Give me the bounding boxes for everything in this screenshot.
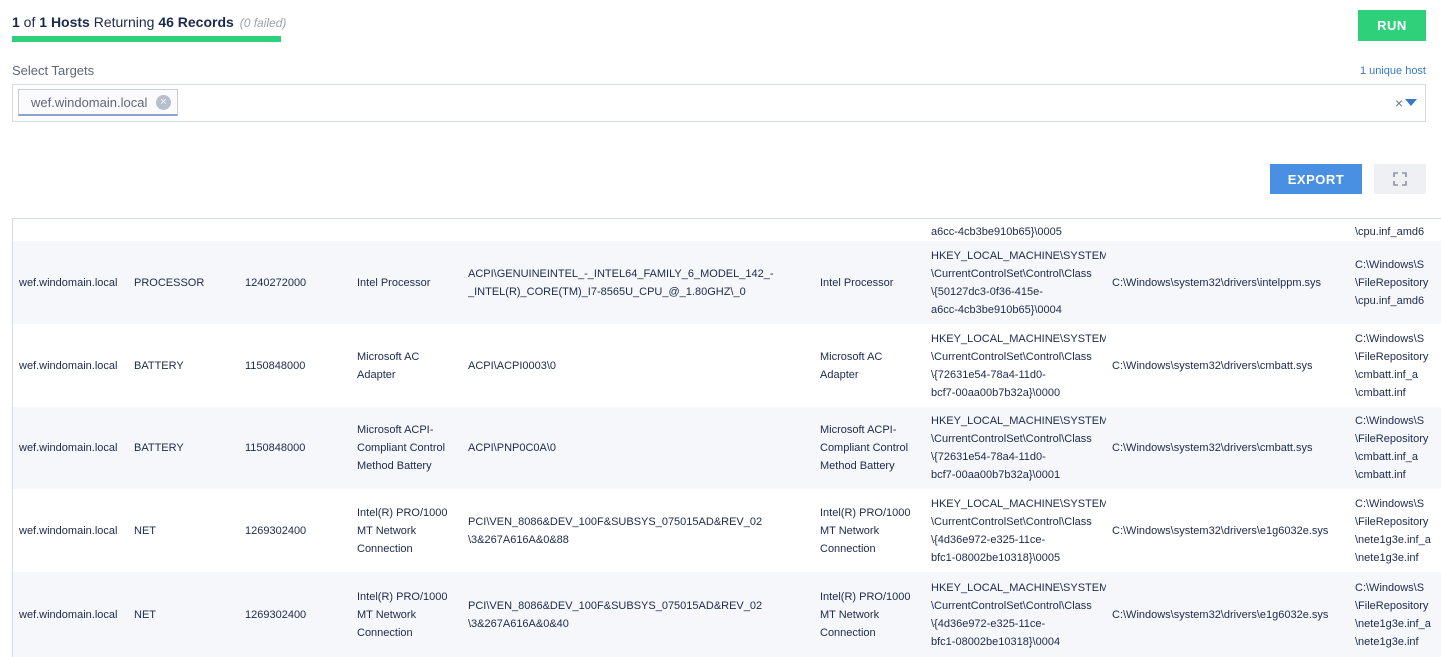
cell-class: BATTERY bbox=[134, 442, 184, 454]
cell-service-path: C:\Windows\system32\drivers\cmbatt.sys bbox=[1112, 359, 1313, 372]
failed-count: (0 failed) bbox=[239, 16, 287, 30]
cell-host: wef.windomain.local bbox=[19, 442, 118, 454]
cell-host: wef.windomain.local bbox=[19, 608, 118, 621]
cell-device-id: ACPI\ACPI0003\0 bbox=[468, 359, 557, 372]
target-chip-label: wef.windomain.local bbox=[31, 94, 148, 110]
cell-inf-path: C:\Windows\S \FileRepository \nete1g3e.i… bbox=[1355, 497, 1431, 564]
query-progress-fill bbox=[12, 36, 281, 42]
cell-device-id: PCI\VEN_8086&DEV_100F&SUBSYS_075015AD&RE… bbox=[468, 515, 763, 546]
cell-inf-path: C:\Windows\S \FileRepository \cpu.inf_am… bbox=[1355, 258, 1429, 307]
records-count: 46 Records bbox=[158, 14, 234, 30]
export-button[interactable]: EXPORT bbox=[1270, 164, 1362, 194]
cell-class: PROCESSOR bbox=[134, 276, 205, 289]
cell-service-path: C:\Windows\system32\drivers\e1g6032e.sys bbox=[1112, 524, 1329, 537]
cell-description: Intel(R) PRO/1000 MT Network Connection bbox=[357, 506, 448, 555]
cell-inf-path: C:\Windows\S \FileRepository \nete1g3e.i… bbox=[1355, 581, 1431, 648]
cell-registry-key: HKEY_LOCAL_MACHINE\SYSTEM \CurrentContro… bbox=[931, 249, 1106, 316]
hosts-done-count: 1 bbox=[12, 14, 20, 30]
cell-service-path: C:\Windows\system32\drivers\cmbatt.sys bbox=[1112, 442, 1313, 454]
table-row: wef.windomain.local BATTERY 1150848000 M… bbox=[13, 324, 1441, 407]
fullscreen-icon bbox=[1393, 172, 1407, 186]
cell-device-id: ACPI\GENUINEINTEL_-_INTEL64_FAMILY_6_MOD… bbox=[468, 267, 774, 298]
cell-description: Intel(R) PRO/1000 MT Network Connection bbox=[357, 590, 448, 639]
cell-class: NET bbox=[134, 608, 156, 621]
cell-registry-key: HKEY_LOCAL_MACHINE\SYSTEM \CurrentContro… bbox=[931, 581, 1106, 648]
returning-text: Returning bbox=[89, 14, 159, 30]
cell-driver-date: 1269302400 bbox=[245, 524, 307, 537]
cell-description: Intel Processor bbox=[357, 276, 431, 289]
table-row: wef.windomain.local PROCESSOR 1240272000… bbox=[13, 241, 1441, 324]
cell-device-id: ACPI\PNP0C0A\0 bbox=[468, 442, 557, 454]
cell-driver-date: 1150848000 bbox=[245, 359, 306, 372]
cell-inf-path: C:\Windows\S \FileRepository \cmbatt.inf… bbox=[1355, 332, 1429, 399]
clear-all-icon[interactable]: × bbox=[1395, 95, 1403, 111]
cell-driver-date: 1240272000 bbox=[245, 276, 307, 289]
table-row: wef.windomain.local NET 1269302400 Intel… bbox=[13, 572, 1441, 657]
cell-friendly-name: Intel Processor bbox=[820, 276, 894, 289]
results-table[interactable]: a6cc-4cb3be910b65}\0005 \cpu.inf_amd6 we… bbox=[12, 218, 1441, 657]
cell-service-path: C:\Windows\system32\drivers\e1g6032e.sys bbox=[1112, 608, 1329, 621]
of-text: of bbox=[19, 14, 40, 30]
run-button[interactable]: RUN bbox=[1358, 10, 1426, 41]
target-chip[interactable]: wef.windomain.local × bbox=[18, 89, 178, 116]
cell-host: wef.windomain.local bbox=[19, 276, 118, 289]
table-row-partial: a6cc-4cb3be910b65}\0005 \cpu.inf_amd6 bbox=[13, 219, 1441, 241]
cell-friendly-name: Microsoft AC Adapter bbox=[820, 350, 883, 381]
target-selector[interactable]: wef.windomain.local × × bbox=[12, 84, 1426, 122]
cell-friendly-name: Intel(R) PRO/1000 MT Network Connection bbox=[820, 506, 911, 555]
cell-registry-key: HKEY_LOCAL_MACHINE\SYSTEM \CurrentContro… bbox=[931, 497, 1106, 564]
cell-driver-date: 1269302400 bbox=[245, 608, 307, 621]
cell-registry-key: HKEY_LOCAL_MACHINE\SYSTEM \CurrentContro… bbox=[931, 415, 1106, 481]
query-progress-bar bbox=[12, 36, 281, 42]
hosts-total: 1 Hosts bbox=[39, 14, 90, 30]
cell-device-id: PCI\VEN_8086&DEV_100F&SUBSYS_075015AD&RE… bbox=[468, 599, 763, 630]
cell-host: wef.windomain.local bbox=[19, 359, 118, 372]
query-status: 1 of 1 Hosts Returning 46 Records (0 fai… bbox=[12, 14, 286, 30]
chip-remove-icon[interactable]: × bbox=[156, 95, 171, 110]
cell-description: Microsoft AC Adapter bbox=[357, 350, 420, 381]
select-targets-label: Select Targets bbox=[12, 63, 95, 78]
cell-friendly-name: Microsoft ACPI- Compliant Control Method… bbox=[820, 424, 909, 472]
cell-class: BATTERY bbox=[134, 359, 184, 372]
cell-registry-key: HKEY_LOCAL_MACHINE\SYSTEM \CurrentContro… bbox=[931, 332, 1106, 399]
table-row: wef.windomain.local NET 1269302400 Intel… bbox=[13, 489, 1441, 572]
fullscreen-button[interactable] bbox=[1374, 164, 1426, 194]
cell-host: wef.windomain.local bbox=[19, 524, 118, 537]
cell-registry-key: a6cc-4cb3be910b65}\0005 bbox=[931, 226, 1062, 238]
table-row: wef.windomain.local BATTERY 1150848000 M… bbox=[13, 407, 1441, 489]
cell-inf-path: C:\Windows\S \FileRepository \cmbatt.inf… bbox=[1355, 415, 1429, 481]
cell-inf-path: \cpu.inf_amd6 bbox=[1355, 226, 1425, 238]
unique-host-count: 1 unique host bbox=[1359, 65, 1426, 77]
chevron-down-icon[interactable] bbox=[1405, 99, 1417, 106]
cell-driver-date: 1150848000 bbox=[245, 442, 306, 454]
cell-friendly-name: Intel(R) PRO/1000 MT Network Connection bbox=[820, 590, 911, 639]
cell-service-path: C:\Windows\system32\drivers\intelppm.sys bbox=[1112, 276, 1322, 289]
cell-description: Microsoft ACPI- Compliant Control Method… bbox=[357, 424, 446, 472]
cell-class: NET bbox=[134, 524, 156, 537]
